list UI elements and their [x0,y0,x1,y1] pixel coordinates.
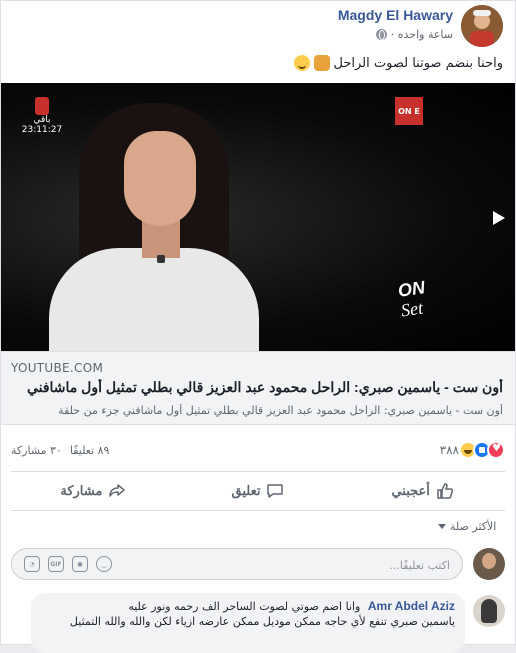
comment-sort-dropdown[interactable]: الأكثر صلة [438,520,496,533]
channel-logo-left: باقي 23:11:27 [21,97,63,135]
share-button[interactable]: مشاركة [11,472,176,510]
fist-emoji-icon [313,55,330,71]
gif-icon[interactable]: GIF [48,556,64,572]
like-label: أعجبني [391,483,430,498]
comment-input[interactable] [200,555,450,575]
post-meta: ساعة واحده · [375,28,453,41]
camera-icon[interactable]: ● [72,556,88,572]
emoji-icon[interactable]: ‿ [96,556,112,572]
comment-button[interactable]: تعليق [176,472,341,510]
video-player[interactable]: باقي 23:11:27 ON E ON Set [1,83,515,351]
comment-text-2: ياسمين صبري تنفع لأي حاجه ممكن موديل ممك… [69,615,455,628]
channel-left-time: 23:11:27 [21,125,63,135]
comment-box[interactable]: ◔ GIF ● ‿ [11,548,463,580]
shares-count[interactable]: ٣٠ مشاركة [11,444,62,457]
thumbs-up-icon [437,483,453,499]
globe-icon [375,29,387,40]
sort-label: الأكثر صلة [450,520,497,533]
author-avatar[interactable] [461,5,503,47]
sticker-icon[interactable]: ◔ [24,556,40,572]
comment-composer: ◔ GIF ● ‿ [11,546,505,582]
video-subject [49,103,259,351]
reactions-row: ٨٩ تعليقًا ٣٠ مشاركة ٣٨٨ [11,437,505,463]
play-icon[interactable] [487,207,509,229]
engagement-counts: ٨٩ تعليقًا ٣٠ مشاركة [11,444,109,457]
post-text: واحنا بنضم صوتنا لصوت الراحل [293,55,504,71]
comment-label: تعليق [231,483,261,498]
link-preview[interactable]: YOUTUBE.COM أون ست - ياسمين صبري: الراحل… [1,351,515,425]
post-header: Magdy El Hawary ساعة واحده · [1,1,515,49]
grin-emoji-icon [293,55,310,71]
commenter-name[interactable]: Amr Abdel Aziz [368,599,455,613]
link-title[interactable]: أون ست - ياسمين صبري: الراحل محمود عبد ا… [11,379,503,396]
action-bar: أعجبني تعليق مشاركة [11,471,505,511]
reaction-icons [459,441,505,459]
link-description: أون ست - ياسمين صبري: الراحل محمود عبد ا… [58,404,503,417]
post-text-body: واحنا بنضم صوتنا لصوت الراحل [333,55,504,71]
post-card: Magdy El Hawary ساعة واحده · واحنا بنضم … [0,0,516,653]
channel-figure-icon [35,97,49,115]
author-name[interactable]: Magdy El Hawary [338,7,453,23]
post-time[interactable]: ساعة واحده · [391,28,453,41]
love-reaction-icon [487,441,505,459]
comment-icon [267,484,284,498]
reaction-summary[interactable]: ٣٨٨ [440,441,505,459]
share-label: مشاركة [60,483,103,498]
comment-bubble: Amr Abdel Aziz وانا اضم صوتي لصوت الساحر… [31,593,465,653]
channel-logo-right: ON E [395,97,423,125]
comments-count[interactable]: ٨٩ تعليقًا [70,444,110,457]
composer-icons: ◔ GIF ● ‿ [24,556,112,572]
channel-left-label: باقي [33,115,51,125]
link-domain: YOUTUBE.COM [11,361,104,375]
comment-item: Amr Abdel Aziz وانا اضم صوتي لصوت الساحر… [31,593,505,653]
reaction-count: ٣٨٨ [439,443,459,457]
share-icon [109,484,126,497]
comment-text-1: وانا اضم صوتي لصوت الساحر الف رحمه ونور … [128,600,361,613]
commenter-avatar[interactable] [473,595,505,627]
comment-line-1: Amr Abdel Aziz وانا اضم صوتي لصوت الساحر… [41,599,455,614]
like-button[interactable]: أعجبني [340,472,505,510]
caret-down-icon [438,524,446,529]
on-set-script: Set [399,297,425,321]
viewer-avatar [473,548,505,580]
